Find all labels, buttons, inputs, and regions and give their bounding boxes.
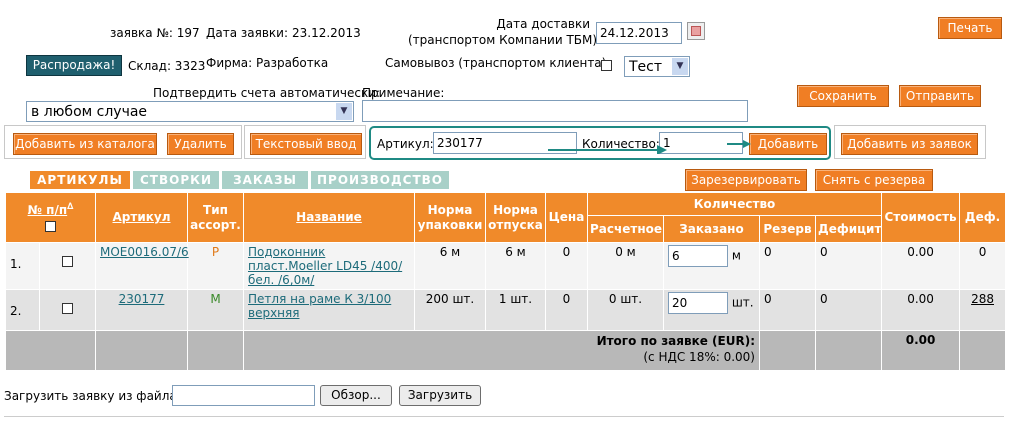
chevron-down-icon: ▼ bbox=[672, 58, 688, 75]
tab-articles[interactable]: АРТИКУЛЫ bbox=[30, 171, 130, 189]
header-type: Тип ассорт. bbox=[187, 192, 244, 243]
print-button[interactable]: Печать bbox=[938, 17, 1002, 39]
pickup-label: Самовывоз (транспортом клиента) bbox=[385, 56, 607, 70]
row-unit: м bbox=[731, 248, 741, 263]
row-calc: 0 м bbox=[587, 242, 664, 290]
header-article[interactable]: Артикул bbox=[95, 192, 188, 243]
header-ordered: Заказано bbox=[663, 215, 760, 243]
row-calc: 0 шт. bbox=[587, 289, 664, 331]
article-label: Артикул: bbox=[377, 137, 434, 151]
delivery-date-label: Дата доставки (транспортом Компании ТБМ)… bbox=[408, 17, 602, 47]
order-date: 23.12.2013 bbox=[292, 26, 361, 40]
row-unit: шт. bbox=[731, 295, 754, 310]
file-path-input[interactable] bbox=[172, 385, 315, 406]
firm-label: Фирма: Разработка bbox=[206, 56, 329, 70]
save-button[interactable]: Сохранить bbox=[797, 85, 889, 107]
order-number: заявка №: 197 bbox=[110, 26, 200, 40]
add-button[interactable]: Добавить bbox=[749, 133, 827, 155]
header-num[interactable]: № п/п∆ bbox=[5, 192, 96, 243]
header-quantity: Количество bbox=[586, 192, 883, 216]
articles-table: № п/п∆ Артикул Тип ассорт. Название Норм… bbox=[5, 192, 1007, 371]
arrow-icons bbox=[548, 140, 751, 154]
table-row: 2. 230177 M Петля на раме К 3/100 верхня… bbox=[5, 289, 1007, 331]
row-deficit: 0 bbox=[814, 242, 883, 290]
browse-button[interactable]: Обзор... bbox=[320, 385, 392, 406]
row-def: 0 bbox=[959, 242, 1007, 290]
row-type: P bbox=[187, 242, 244, 290]
row-cost: 0.00 bbox=[881, 289, 961, 331]
total-value: 0.00 bbox=[881, 330, 961, 371]
load-file-label: Загрузить заявку из файла: bbox=[4, 389, 181, 403]
ordered-input[interactable]: 6 bbox=[668, 245, 728, 267]
tab-orders[interactable]: ЗАКАЗЫ bbox=[222, 171, 308, 189]
confirm-label: Подтвердить счета автоматически: bbox=[153, 86, 381, 100]
name-link[interactable]: Петля на раме К 3/100 верхняя bbox=[248, 292, 391, 320]
text-input-button[interactable]: Текстовый ввод bbox=[250, 133, 362, 155]
unreserve-button[interactable]: Снять с резерва bbox=[815, 169, 933, 191]
sale-button[interactable]: Распродажа! bbox=[26, 55, 122, 76]
name-link[interactable]: Подоконник пласт.Moeller LD45 /400/ бел.… bbox=[248, 245, 402, 287]
header-name[interactable]: Название bbox=[243, 192, 415, 243]
row-checkbox[interactable] bbox=[62, 303, 73, 314]
header-pack: Норма упаковки bbox=[414, 192, 486, 243]
deficit-link[interactable]: 288 bbox=[971, 292, 994, 306]
header-calc: Расчетное bbox=[587, 215, 664, 243]
order-date-label: Дата заявки: bbox=[206, 26, 289, 40]
delete-button[interactable]: Удалить bbox=[167, 133, 234, 155]
article-link[interactable]: 230177 bbox=[119, 292, 165, 306]
row-cost: 0.00 bbox=[881, 242, 961, 290]
row-pack: 200 шт. bbox=[414, 289, 486, 331]
row-price: 0 bbox=[545, 289, 588, 331]
tab-sashes[interactable]: СТВОРКИ bbox=[133, 171, 219, 189]
confirm-select[interactable]: в любом случае ▼ bbox=[26, 101, 354, 122]
tab-production[interactable]: ПРОИЗВОДСТВО bbox=[311, 171, 449, 189]
row-release: 6 м bbox=[485, 242, 546, 290]
row-num: 1. bbox=[5, 242, 40, 290]
select-all-checkbox[interactable] bbox=[45, 220, 56, 232]
row-pack: 6 м bbox=[414, 242, 486, 290]
header-price: Цена bbox=[545, 192, 588, 243]
add-from-orders-button[interactable]: Добавить из заявок bbox=[841, 133, 978, 155]
header-release: Норма отпуска bbox=[485, 192, 546, 243]
divider bbox=[4, 416, 1004, 417]
row-type: M bbox=[187, 289, 244, 331]
warehouse-label: Склад: 3323 bbox=[128, 59, 206, 73]
vat-label: (с НДС 18%: 0.00) bbox=[643, 350, 755, 364]
add-from-catalog-button[interactable]: Добавить из каталога bbox=[13, 133, 157, 155]
header-cost: Стоимость bbox=[881, 192, 961, 243]
header-reserve: Резерв bbox=[759, 215, 816, 243]
row-deficit: 0 bbox=[814, 289, 883, 331]
upload-button[interactable]: Загрузить bbox=[399, 385, 481, 406]
article-link[interactable]: MOE0016.07/6 bbox=[100, 245, 189, 259]
reserve-button[interactable]: Зарезервировать bbox=[685, 169, 807, 191]
row-reserve: 0 bbox=[759, 242, 816, 290]
note-label: Примечание: bbox=[362, 86, 445, 100]
row-price: 0 bbox=[545, 242, 588, 290]
note-input[interactable] bbox=[362, 100, 748, 122]
pickup-select[interactable]: Тест ▼ bbox=[624, 56, 690, 77]
total-label: Итого по заявке (EUR): bbox=[596, 334, 755, 348]
pickup-checkbox[interactable] bbox=[601, 60, 612, 71]
row-release: 1 шт. bbox=[485, 289, 546, 331]
delivery-date-input[interactable]: 24.12.2013 bbox=[596, 22, 682, 44]
row-reserve: 0 bbox=[759, 289, 816, 331]
calendar-icon[interactable] bbox=[687, 22, 705, 40]
header-def: Деф. bbox=[959, 192, 1007, 243]
chevron-down-icon: ▼ bbox=[336, 103, 352, 120]
send-button[interactable]: Отправить bbox=[899, 85, 981, 107]
row-num: 2. bbox=[5, 289, 40, 331]
row-checkbox[interactable] bbox=[62, 256, 73, 267]
table-row: 1. MOE0016.07/6 P Подоконник пласт.Moell… bbox=[5, 242, 1007, 290]
total-row: Итого по заявке (EUR): (с НДС 18%: 0.00)… bbox=[5, 330, 1007, 371]
header-deficit: Дефицит bbox=[814, 215, 883, 243]
ordered-input[interactable]: 20 bbox=[668, 292, 728, 314]
